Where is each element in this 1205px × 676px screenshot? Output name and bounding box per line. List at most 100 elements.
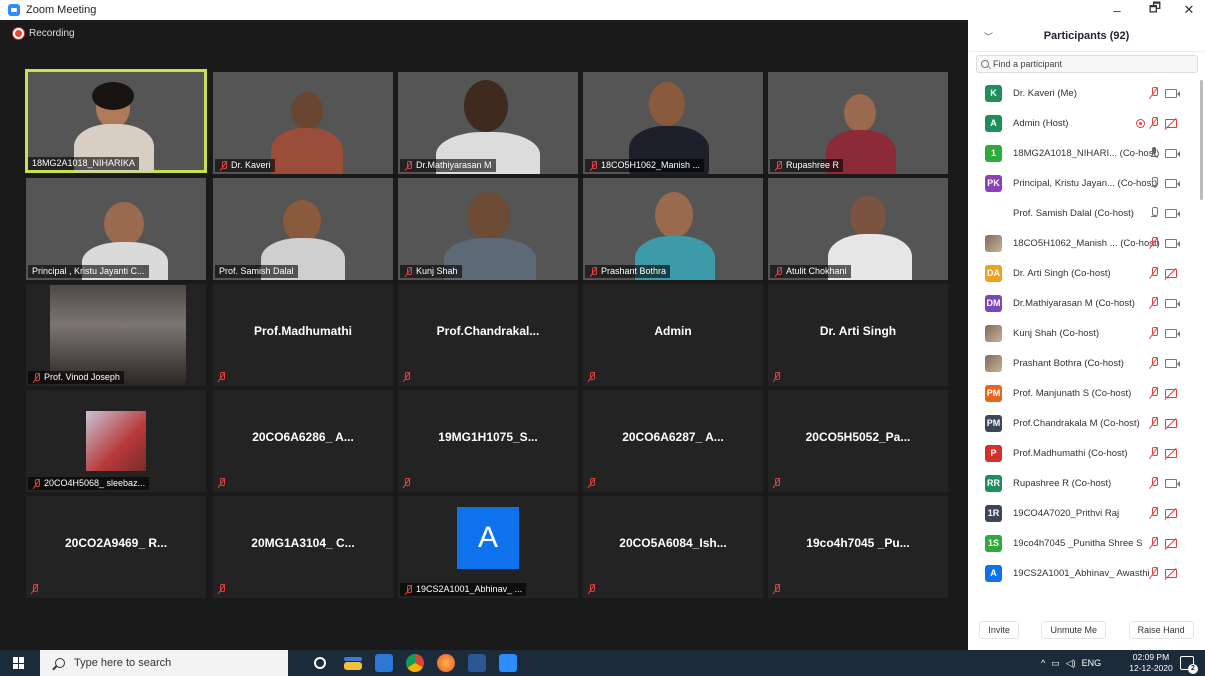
participant-row[interactable]: PM Prof. Manjunath S (Co-host) xyxy=(968,380,1200,406)
chevron-up-icon[interactable]: ^ xyxy=(1041,658,1045,668)
camera-off-icon[interactable] xyxy=(1165,268,1177,278)
video-tile[interactable]: 20CO2A9469_ R... xyxy=(26,496,206,598)
taskbar-search-input[interactable] xyxy=(74,657,274,669)
notifications-icon[interactable]: 2 xyxy=(1180,656,1198,674)
camera-icon[interactable] xyxy=(1165,88,1180,98)
participant-row[interactable]: 1 18MG2A1018_NIHARI... (Co-host) xyxy=(968,140,1200,166)
video-tile[interactable]: Admin xyxy=(583,284,763,386)
video-tile[interactable]: 20CO6A6286_ A... xyxy=(213,390,393,492)
video-tile[interactable]: 19MG1H1075_S... xyxy=(398,390,578,492)
camera-off-icon[interactable] xyxy=(1165,388,1177,398)
mic-muted-icon[interactable] xyxy=(1149,297,1159,309)
video-tile[interactable]: Dr.Mathiyarasan M xyxy=(398,72,578,174)
camera-icon[interactable] xyxy=(1165,358,1180,368)
participant-row[interactable]: RR Rupashree R (Co-host) xyxy=(968,470,1200,496)
participant-row[interactable]: P Prof.Madhumathi (Co-host) xyxy=(968,440,1200,466)
mic-muted-icon[interactable] xyxy=(1149,507,1159,519)
video-tile[interactable]: Prof.Madhumathi xyxy=(213,284,393,386)
video-tile[interactable]: 18CO5H1062_Manish ... xyxy=(583,72,763,174)
camera-off-icon[interactable] xyxy=(1165,568,1177,578)
video-tile[interactable]: 18MG2A1018_NIHARIKA xyxy=(25,69,207,173)
raise-hand-button[interactable]: Raise Hand xyxy=(1128,621,1194,639)
video-tile[interactable]: 20CO6A6287_ A... xyxy=(583,390,763,492)
mic-muted-icon[interactable] xyxy=(1149,327,1159,339)
taskbar-search[interactable] xyxy=(40,650,288,676)
video-tile[interactable]: Prashant Bothra xyxy=(583,178,763,280)
clock[interactable]: 02:09 PM 12-12-2020 xyxy=(1127,652,1175,674)
participant-row[interactable]: Kunj Shah (Co-host) xyxy=(968,320,1200,346)
participant-row[interactable]: 1S 19co4h7045 _Punitha Shree S xyxy=(968,530,1200,556)
video-tile[interactable]: 20CO4H5068_ sleebaz... xyxy=(26,390,206,492)
unmute-me-button[interactable]: Unmute Me xyxy=(1041,621,1106,639)
task-view-icon[interactable] xyxy=(344,657,362,661)
participant-row[interactable]: PK Principal, Kristu Jayan... (Co-host) xyxy=(968,170,1200,196)
chevron-down-icon[interactable]: ﹀ xyxy=(984,30,993,43)
video-tile[interactable]: Atulit Chokhani xyxy=(768,178,948,280)
mic-muted-icon[interactable] xyxy=(1149,237,1159,249)
file-explorer-icon[interactable] xyxy=(344,662,362,670)
camera-off-icon[interactable] xyxy=(1165,448,1177,458)
mic-muted-icon[interactable] xyxy=(1149,417,1159,429)
close-button[interactable]: ✕ xyxy=(1175,0,1203,20)
participant-row[interactable]: 18CO5H1062_Manish ... (Co-host) xyxy=(968,230,1200,256)
video-tile[interactable]: 19co4h7045 _Pu... xyxy=(768,496,948,598)
mic-muted-icon[interactable] xyxy=(1149,387,1159,399)
video-tile[interactable]: A 19CS2A1001_Abhinav_ ... xyxy=(398,496,578,598)
language-indicator[interactable]: ENG xyxy=(1082,658,1102,668)
mic-muted-icon[interactable] xyxy=(1149,567,1159,579)
video-tile[interactable]: Dr. Kaveri xyxy=(213,72,393,174)
camera-icon[interactable] xyxy=(1165,328,1180,338)
video-tile[interactable]: Prof.Chandrakal... xyxy=(398,284,578,386)
mic-icon[interactable] xyxy=(1149,177,1159,189)
mic-icon[interactable] xyxy=(1149,207,1159,219)
camera-icon[interactable] xyxy=(1165,238,1180,248)
zoom-taskbar-icon[interactable] xyxy=(499,654,517,672)
camera-off-icon[interactable] xyxy=(1165,118,1177,128)
mic-muted-icon[interactable] xyxy=(1149,267,1159,279)
participant-row[interactable]: PM Prof.Chandrakala M (Co-host) xyxy=(968,410,1200,436)
minimize-button[interactable]: – xyxy=(1103,0,1131,20)
camera-icon[interactable] xyxy=(1165,148,1180,158)
camera-off-icon[interactable] xyxy=(1165,508,1177,518)
camera-off-icon[interactable] xyxy=(1165,538,1177,548)
mic-muted-icon[interactable] xyxy=(1149,447,1159,459)
camera-icon[interactable] xyxy=(1165,478,1180,488)
mail-icon[interactable] xyxy=(375,654,393,672)
participant-row[interactable]: K Dr. Kaveri (Me) xyxy=(968,80,1200,106)
scrollbar[interactable] xyxy=(1200,80,1203,200)
camera-icon[interactable] xyxy=(1165,178,1180,188)
participant-list[interactable]: K Dr. Kaveri (Me) A Admin (Host) 1 18MG2A1018… xyxy=(968,80,1200,610)
video-tile[interactable]: 20CO5H5052_Pa... xyxy=(768,390,948,492)
video-tile[interactable]: 20MG1A3104_ C... xyxy=(213,496,393,598)
chrome-icon[interactable] xyxy=(406,654,424,672)
cortana-icon[interactable] xyxy=(314,657,326,669)
participant-row[interactable]: Prof. Samish Dalal (Co-host) xyxy=(968,200,1200,226)
invite-button[interactable]: Invite xyxy=(979,621,1019,639)
video-tile[interactable]: Prof. Samish Dalal xyxy=(213,178,393,280)
video-tile[interactable]: Principal , Kristu Jayanti C... xyxy=(26,178,206,280)
participant-row[interactable]: Prashant Bothra (Co-host) xyxy=(968,350,1200,376)
windows-start-icon[interactable] xyxy=(13,657,25,669)
mic-muted-icon[interactable] xyxy=(1149,537,1159,549)
video-tile[interactable]: 20CO5A6084_Ish... xyxy=(583,496,763,598)
camera-icon[interactable] xyxy=(1165,208,1180,218)
participant-search[interactable] xyxy=(976,55,1198,73)
camera-icon[interactable] xyxy=(1165,298,1180,308)
participant-row[interactable]: 1R 19CO4A7020_Prithvi Raj xyxy=(968,500,1200,526)
mic-muted-icon[interactable] xyxy=(1149,477,1159,489)
word-icon[interactable] xyxy=(468,654,486,672)
mic-icon[interactable] xyxy=(1149,147,1159,159)
volume-icon[interactable]: ◁) xyxy=(1066,658,1076,669)
maximize-button[interactable]: 🗗 xyxy=(1141,0,1169,20)
mic-muted-icon[interactable] xyxy=(1149,357,1159,369)
mic-muted-icon[interactable] xyxy=(1149,117,1159,129)
participant-row[interactable]: DM Dr.Mathiyarasan M (Co-host) xyxy=(968,290,1200,316)
participant-row[interactable]: A Admin (Host) xyxy=(968,110,1200,136)
camera-off-icon[interactable] xyxy=(1165,418,1177,428)
network-icon[interactable]: ▭ xyxy=(1051,658,1060,669)
participant-row[interactable]: A 19CS2A1001_Abhinav_ Awasthi xyxy=(968,560,1200,586)
video-tile[interactable]: Kunj Shah xyxy=(398,178,578,280)
participant-row[interactable]: DA Dr. Arti Singh (Co-host) xyxy=(968,260,1200,286)
firefox-icon[interactable] xyxy=(437,654,455,672)
video-tile[interactable]: Prof. Vinod Joseph xyxy=(26,284,206,386)
